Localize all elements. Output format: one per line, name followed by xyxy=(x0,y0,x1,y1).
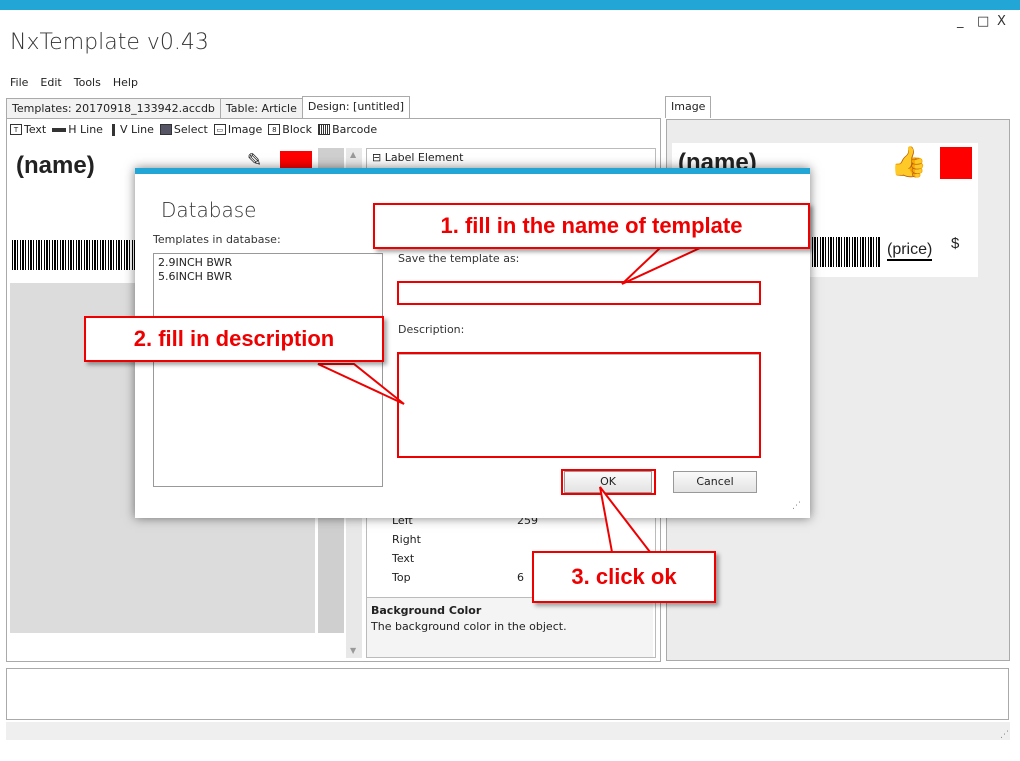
callout-step1: 1. fill in the name of template xyxy=(373,203,810,249)
pointer-step1 xyxy=(621,247,701,285)
callout-step2: 2. fill in description xyxy=(84,316,384,362)
pointer-step2 xyxy=(317,363,405,405)
callout-step3: 3. click ok xyxy=(532,551,716,603)
pointer-step3 xyxy=(599,486,653,553)
callout-pointers xyxy=(317,247,701,553)
